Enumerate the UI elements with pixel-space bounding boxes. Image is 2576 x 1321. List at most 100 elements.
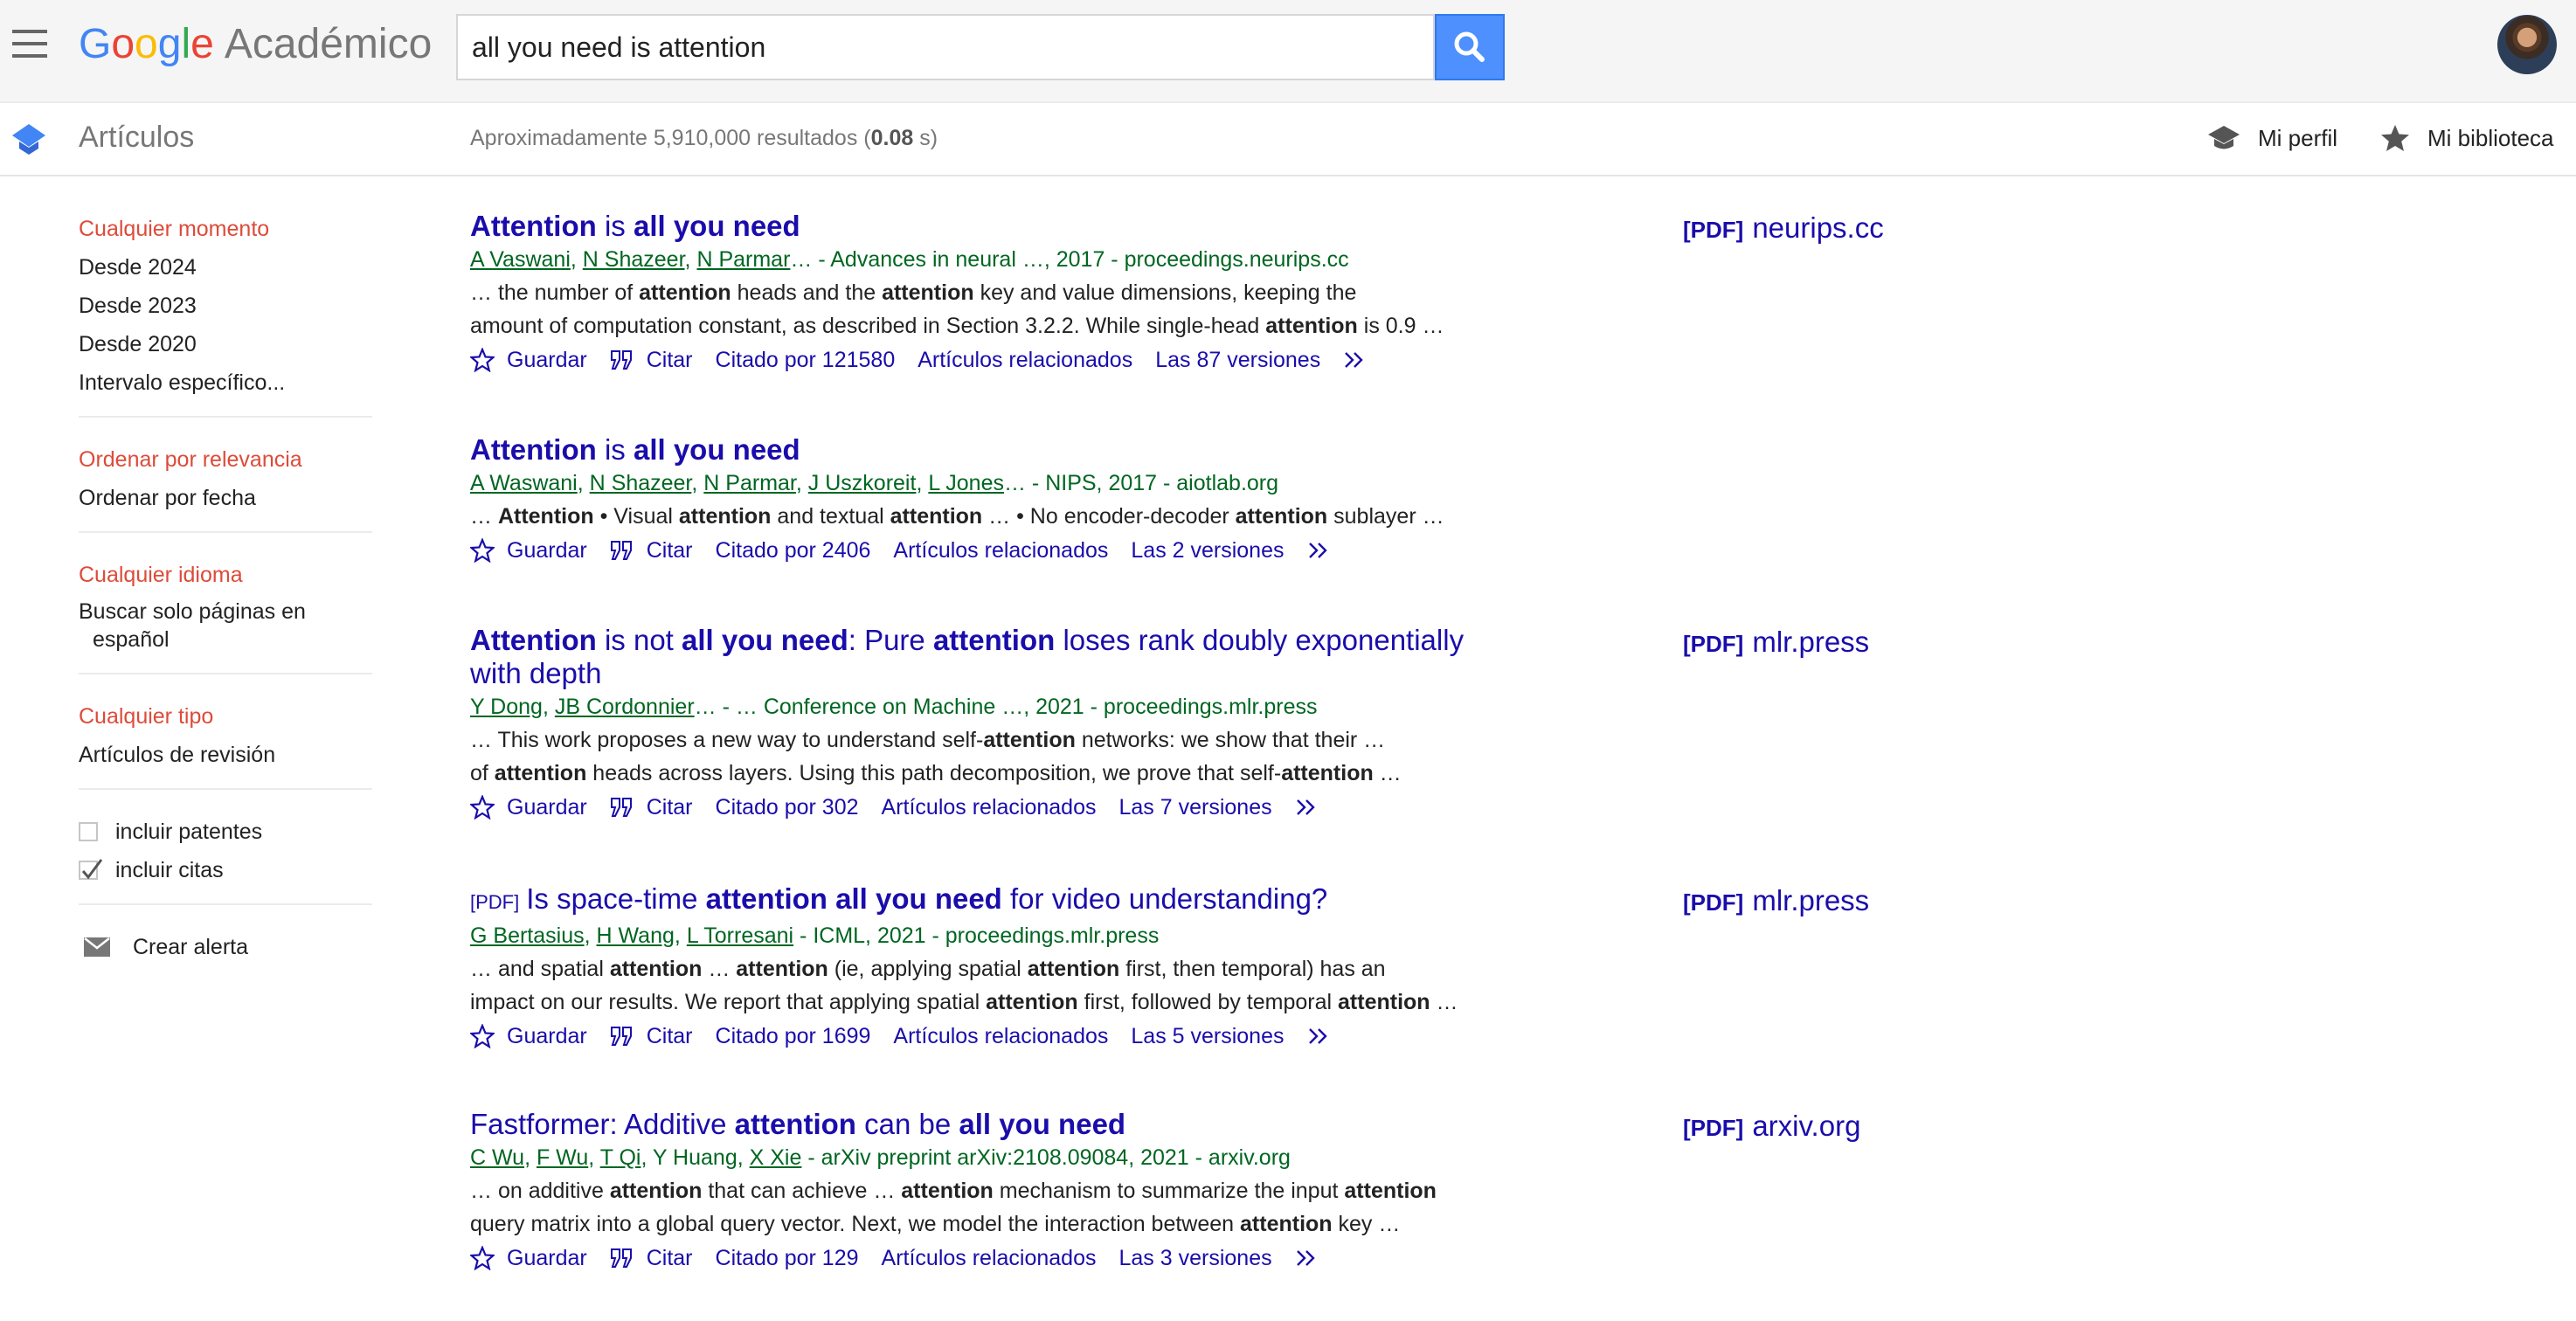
related-articles-link[interactable]: Artículos relacionados (882, 1242, 1097, 1274)
versions-link[interactable]: Las 5 versiones (1131, 1020, 1284, 1052)
filter-any-language[interactable]: Cualquier idioma (79, 556, 372, 594)
save-button[interactable]: Guardar (470, 344, 587, 376)
author-link[interactable]: L Jones (928, 471, 1004, 495)
more-options-button[interactable] (1307, 540, 1347, 561)
search-result: Attention is not all you need: Pure atte… (470, 624, 1501, 823)
snippet-line: query matrix into a global query vector.… (470, 1212, 1401, 1236)
double-chevron-icon (1296, 1250, 1315, 1266)
my-library-link[interactable]: Mi biblioteca (2380, 121, 2554, 156)
author-link[interactable]: N Parmar (696, 247, 790, 272)
pdf-side-link[interactable]: [PDF] mlr.press (1683, 884, 1869, 917)
result-title-link[interactable]: Attention is all you need (470, 433, 1501, 467)
filter-any-time[interactable]: Cualquier momento (79, 210, 372, 248)
result-title-link[interactable]: Fastformer: Additive attention can be al… (470, 1108, 1501, 1141)
cited-by-link[interactable]: Citado por 302 (716, 792, 859, 823)
search-result: [PDF] Is space-time attention all you nee… (470, 882, 1501, 1052)
related-articles-link[interactable]: Artículos relacionados (893, 1020, 1108, 1052)
author-link[interactable]: JB Cordonnier (555, 695, 695, 719)
cite-button[interactable]: Citar (610, 792, 693, 823)
more-options-button[interactable] (1343, 349, 1383, 370)
search-input[interactable] (458, 16, 1433, 79)
cite-button[interactable]: Citar (610, 1242, 693, 1274)
filter-since-2024[interactable]: Desde 2024 (79, 248, 372, 287)
result-actions: Guardar Citar Citado por 2406 Artículos rel… (470, 535, 1501, 566)
author-link[interactable]: J Uszkoreit (808, 471, 917, 495)
filter-custom-range[interactable]: Intervalo específico... (79, 363, 372, 402)
save-button[interactable]: Guardar (470, 792, 587, 823)
envelope-icon (84, 937, 110, 957)
versions-link[interactable]: Las 7 versiones (1119, 792, 1272, 823)
include-patents-checkbox[interactable] (79, 822, 98, 841)
author-link[interactable]: X Xie (750, 1145, 802, 1170)
save-button[interactable]: Guardar (470, 1242, 587, 1274)
author-link[interactable]: Y Dong (470, 695, 543, 719)
more-options-button[interactable] (1307, 1026, 1347, 1047)
cite-button[interactable]: Citar (610, 535, 693, 566)
author-link[interactable]: A Vaswani (470, 247, 571, 272)
pdf-domain: neurips.cc (1752, 211, 1884, 244)
author-link[interactable]: L Torresani (687, 923, 793, 948)
pdf-side-link[interactable]: [PDF] neurips.cc (1683, 211, 1884, 245)
snippet-line: … the number of attention heads and the … (470, 280, 1357, 305)
author-link[interactable]: C Wu (470, 1145, 524, 1170)
sort-by-date[interactable]: Ordenar por fecha (79, 479, 372, 517)
star-filled-icon (2381, 125, 2409, 151)
cited-by-link[interactable]: Citado por 1699 (716, 1020, 871, 1052)
search-box (456, 14, 1435, 80)
author-link[interactable]: T Qi (600, 1145, 641, 1170)
pdf-side-link[interactable]: [PDF] arxiv.org (1683, 1110, 1860, 1143)
cited-by-link[interactable]: Citado por 121580 (716, 344, 896, 376)
create-alert-link[interactable]: Crear alerta (79, 928, 372, 966)
scholar-logo[interactable]: Google Académico (79, 17, 432, 72)
author-link[interactable]: H Wang (597, 923, 675, 948)
cited-by-link[interactable]: Citado por 129 (716, 1242, 859, 1274)
pdf-label: [PDF] (1683, 889, 1744, 916)
pdf-side-link[interactable]: [PDF] mlr.press (1683, 626, 1869, 659)
related-articles-link[interactable]: Artículos relacionados (882, 792, 1097, 823)
my-profile-link[interactable]: Mi perfil (2207, 121, 2337, 156)
author-link[interactable]: N Parmar (703, 471, 796, 495)
versions-link[interactable]: Las 87 versiones (1155, 344, 1320, 376)
author-link[interactable]: N Shazeer (590, 471, 692, 495)
pdf-label: [PDF] (1683, 631, 1744, 657)
filter-any-type[interactable]: Cualquier tipo (79, 697, 372, 736)
save-button[interactable]: Guardar (470, 1020, 587, 1052)
filter-review-articles[interactable]: Artículos de revisión (79, 736, 372, 774)
author-link[interactable]: N Shazeer (583, 247, 685, 272)
pdf-label: [PDF] (1683, 1115, 1744, 1141)
filter-since-2023[interactable]: Desde 2023 (79, 287, 372, 325)
cited-by-link[interactable]: Citado por 2406 (716, 535, 871, 566)
result-snippet: … This work proposes a new way to unders… (470, 723, 1501, 790)
more-options-button[interactable] (1295, 797, 1335, 818)
author-link[interactable]: A Waswani (470, 471, 578, 495)
related-articles-link[interactable]: Artículos relacionados (918, 344, 1132, 376)
cite-button[interactable]: Citar (610, 1020, 693, 1052)
more-options-button[interactable] (1295, 1248, 1335, 1269)
pdf-domain: arxiv.org (1752, 1110, 1861, 1142)
avatar[interactable] (2497, 15, 2557, 74)
versions-link[interactable]: Las 2 versiones (1131, 535, 1284, 566)
result-snippet: … and spatial attention … attention (ie,… (470, 952, 1501, 1019)
result-title-link[interactable]: [PDF] Is space-time attention all you nee… (470, 882, 1501, 919)
menu-icon[interactable] (12, 30, 47, 58)
versions-link[interactable]: Las 3 versiones (1119, 1242, 1272, 1274)
result-title-link[interactable]: Attention is all you need (470, 210, 1501, 243)
include-patents-option[interactable]: incluir patentes (79, 813, 372, 851)
result-snippet: … Attention • Visual attention and textu… (470, 500, 1501, 533)
result-title-link[interactable]: Attention is not all you need: Pure atte… (470, 624, 1501, 690)
author-link[interactable]: G Bertasius (470, 923, 585, 948)
cite-button[interactable]: Citar (610, 344, 693, 376)
include-citations-checkbox[interactable] (79, 859, 103, 880)
related-articles-link[interactable]: Artículos relacionados (893, 535, 1108, 566)
logo-app-name: Académico (224, 21, 433, 67)
include-citations-option[interactable]: incluir citas (79, 851, 372, 889)
author-link[interactable]: F Wu (537, 1145, 588, 1170)
result-snippet: … on additive attention that can achieve… (470, 1174, 1501, 1241)
filter-since-2020[interactable]: Desde 2020 (79, 325, 372, 363)
save-button[interactable]: Guardar (470, 535, 587, 566)
search-button[interactable] (1435, 14, 1505, 80)
search-result: Fastformer: Additive attention can be al… (470, 1108, 1501, 1274)
double-chevron-icon (1345, 352, 1363, 368)
filter-spanish-only[interactable]: Buscar solo páginas en español (79, 598, 372, 654)
sort-by-relevance[interactable]: Ordenar por relevancia (79, 440, 372, 479)
